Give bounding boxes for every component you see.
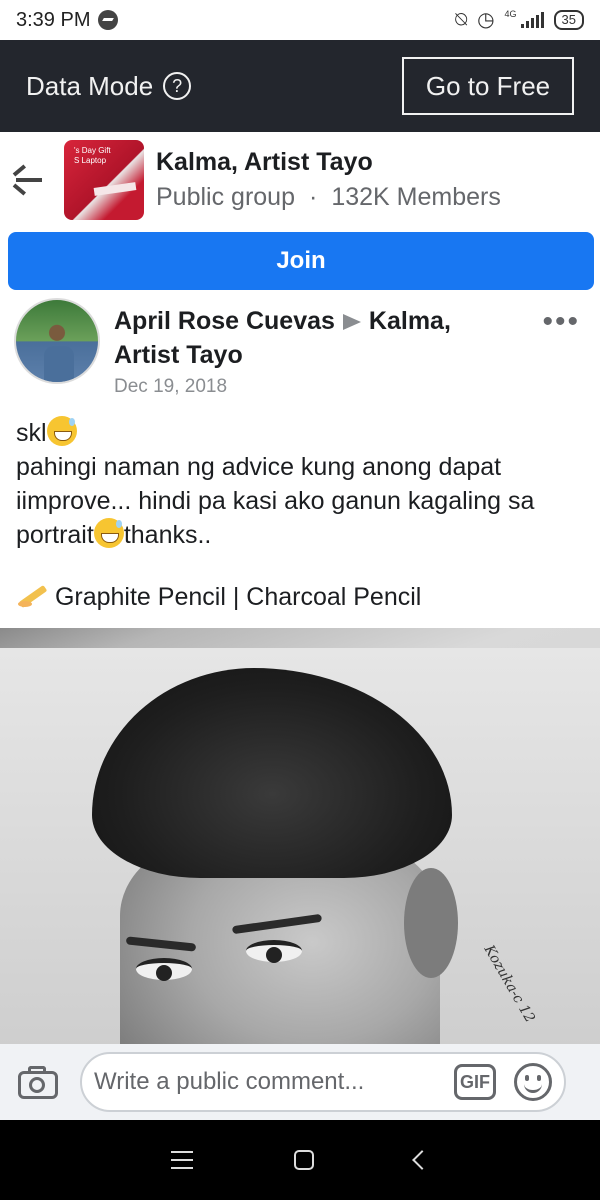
back-arrow-icon[interactable] [10, 160, 56, 200]
network-type: 4G [504, 9, 517, 19]
group-type: Public group [156, 183, 295, 211]
portrait-eye-right [246, 940, 302, 963]
post-header: April Rose Cuevas Kalma, Artist Tayo Dec … [0, 298, 600, 398]
comment-placeholder: Write a public comment... [94, 1068, 365, 1095]
battery-indicator: 35 [553, 10, 584, 30]
comment-input[interactable]: Write a public comment... GIF [80, 1052, 566, 1112]
back-icon[interactable] [412, 1150, 433, 1170]
group-info: Kalma, Artist Tayo Public group · 132K Mem… [156, 148, 501, 212]
recent-apps-icon[interactable] [170, 1151, 193, 1169]
data-mode-title: Data Mode [26, 70, 154, 101]
camera-icon[interactable] [16, 1063, 60, 1101]
muted-notification-icon: ⍉ [455, 9, 468, 31]
target-group-link[interactable]: Kalma, [369, 307, 451, 335]
emoji-icon[interactable] [514, 1063, 552, 1101]
grinning-sweat-emoji-icon [46, 416, 77, 446]
group-meta: Public group · 132K Members [156, 183, 501, 212]
post-line-2-end: thanks.. [123, 521, 212, 549]
writing-hand-emoji-icon [16, 581, 48, 609]
signal-icon [520, 12, 544, 28]
post-line-1: skl [16, 419, 47, 447]
arrow-right-icon [342, 314, 361, 331]
post-photo[interactable]: Kozuka-c 12 [0, 628, 600, 1044]
post-text: skl pahingi naman ng advice kung anong d… [16, 416, 586, 614]
target-group-link-cont[interactable]: Artist Tayo [114, 338, 534, 372]
status-time: 3:39 PM [16, 8, 91, 31]
group-cover-thumbnail[interactable]: 's Day Gift S Laptop [64, 140, 144, 220]
portrait-eye-left [136, 958, 192, 981]
group-members[interactable]: 132K Members [331, 183, 501, 211]
help-icon[interactable]: ? [163, 72, 192, 100]
go-to-free-button[interactable]: Go to Free [402, 57, 574, 115]
android-nav-bar [0, 1120, 600, 1200]
gif-icon[interactable]: GIF [454, 1064, 496, 1100]
messenger-icon [98, 10, 119, 30]
group-name[interactable]: Kalma, Artist Tayo [156, 148, 501, 177]
author-avatar[interactable] [14, 298, 100, 384]
status-icons: ⍉ ◷ 4G 35 [455, 9, 584, 31]
comment-bar: Write a public comment... GIF [0, 1044, 600, 1120]
group-header: 's Day Gift S Laptop Kalma, Artist Tayo … [0, 132, 600, 228]
status-bar: 3:39 PM ⍉ ◷ 4G 35 [0, 0, 600, 40]
author-line: April Rose Cuevas Kalma, [114, 304, 534, 338]
more-options-icon[interactable]: ••• [542, 307, 580, 337]
join-button[interactable]: Join [8, 232, 594, 290]
thumbnail-text: 's Day Gift S Laptop [74, 146, 111, 165]
alarm-icon: ◷ [477, 9, 495, 31]
home-icon[interactable] [293, 1150, 314, 1170]
portrait-ear [404, 868, 458, 978]
post-tools: Graphite Pencil | Charcoal Pencil [54, 583, 422, 611]
author-name[interactable]: April Rose Cuevas [114, 307, 335, 335]
author-block: April Rose Cuevas Kalma, Artist Tayo Dec … [114, 304, 534, 398]
data-mode-banner: Data Mode ? Go to Free [0, 40, 600, 132]
post-date[interactable]: Dec 19, 2018 [114, 376, 534, 398]
grinning-sweat-emoji-icon [93, 518, 124, 548]
meta-separator: · [308, 183, 318, 211]
